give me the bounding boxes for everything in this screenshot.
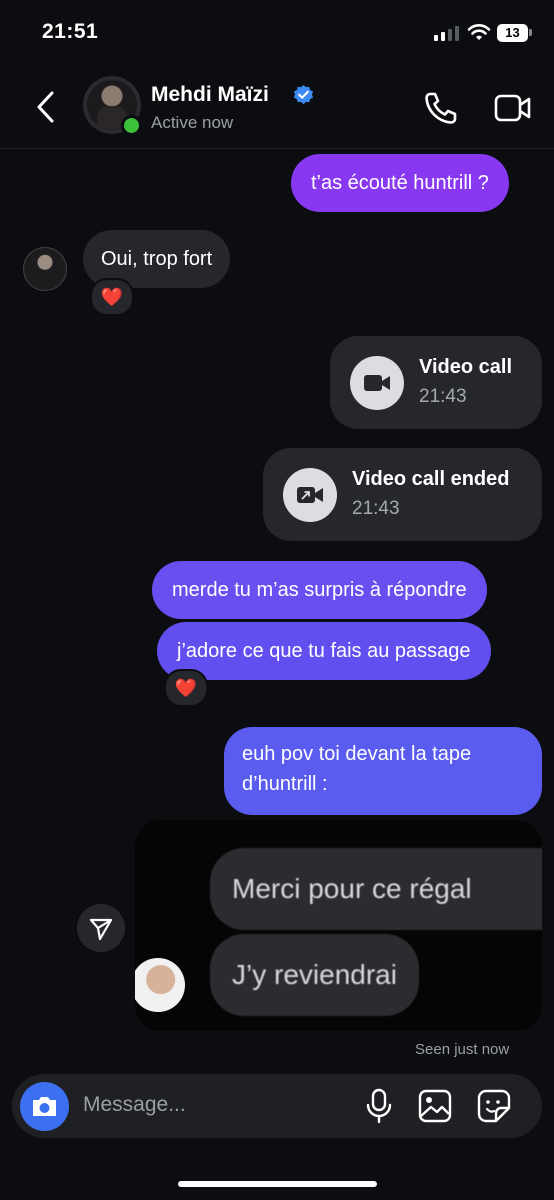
- back-chevron-icon[interactable]: [34, 90, 58, 124]
- call-time: 21:43: [419, 386, 467, 407]
- gallery-icon[interactable]: [417, 1088, 453, 1124]
- share-icon: [89, 918, 113, 941]
- battery-level: 13: [497, 24, 528, 42]
- header-divider: [0, 148, 554, 149]
- camera-button[interactable]: [20, 1082, 69, 1131]
- video-camera-icon: [350, 356, 404, 410]
- seen-status: Seen just now: [415, 1041, 510, 1058]
- signal-icon: [434, 26, 459, 41]
- sent-message[interactable]: j’adore ce que tu fais au passage: [157, 622, 491, 680]
- wifi-icon: [467, 24, 491, 40]
- sender-avatar[interactable]: [23, 247, 67, 291]
- heart-reaction[interactable]: ❤️: [164, 669, 208, 707]
- video-call-card[interactable]: Video call 21:43: [330, 336, 542, 429]
- shared-image[interactable]: Merci pour ce régal J’y reviendrai: [135, 820, 542, 1031]
- share-button[interactable]: [77, 904, 125, 952]
- call-time: 21:43: [352, 498, 400, 519]
- microphone-icon[interactable]: [363, 1088, 395, 1124]
- battery-tip: [529, 29, 532, 36]
- sent-message[interactable]: t’as écouté huntrill ?: [291, 154, 509, 212]
- video-camera-icon[interactable]: [494, 91, 532, 125]
- heart-reaction[interactable]: ❤️: [90, 278, 134, 316]
- sent-message[interactable]: merde tu m’as surpris à répondre: [152, 561, 487, 619]
- image-text-line: J’y reviendrai: [210, 934, 419, 1016]
- online-indicator: [121, 115, 142, 136]
- image-text-line: Merci pour ce régal: [210, 848, 542, 930]
- contact-name[interactable]: Mehdi Maïzi: [151, 83, 269, 107]
- home-indicator: [178, 1181, 377, 1187]
- phone-icon[interactable]: [423, 90, 459, 126]
- status-time: 21:51: [42, 20, 99, 43]
- sticker-icon[interactable]: [476, 1088, 512, 1124]
- call-title: Video call ended: [352, 468, 510, 490]
- image-face-avatar: [135, 958, 185, 1012]
- video-call-ended-icon: [283, 468, 337, 522]
- message-input[interactable]: Message...: [83, 1093, 186, 1117]
- verified-badge-icon: [293, 84, 314, 105]
- camera-icon: [33, 1097, 56, 1116]
- active-status: Active now: [151, 113, 234, 132]
- call-title: Video call: [419, 356, 513, 378]
- video-call-ended-card[interactable]: Video call ended 21:43: [263, 448, 542, 541]
- sent-message[interactable]: euh pov toi devant la tape d’huntrill :: [224, 727, 542, 815]
